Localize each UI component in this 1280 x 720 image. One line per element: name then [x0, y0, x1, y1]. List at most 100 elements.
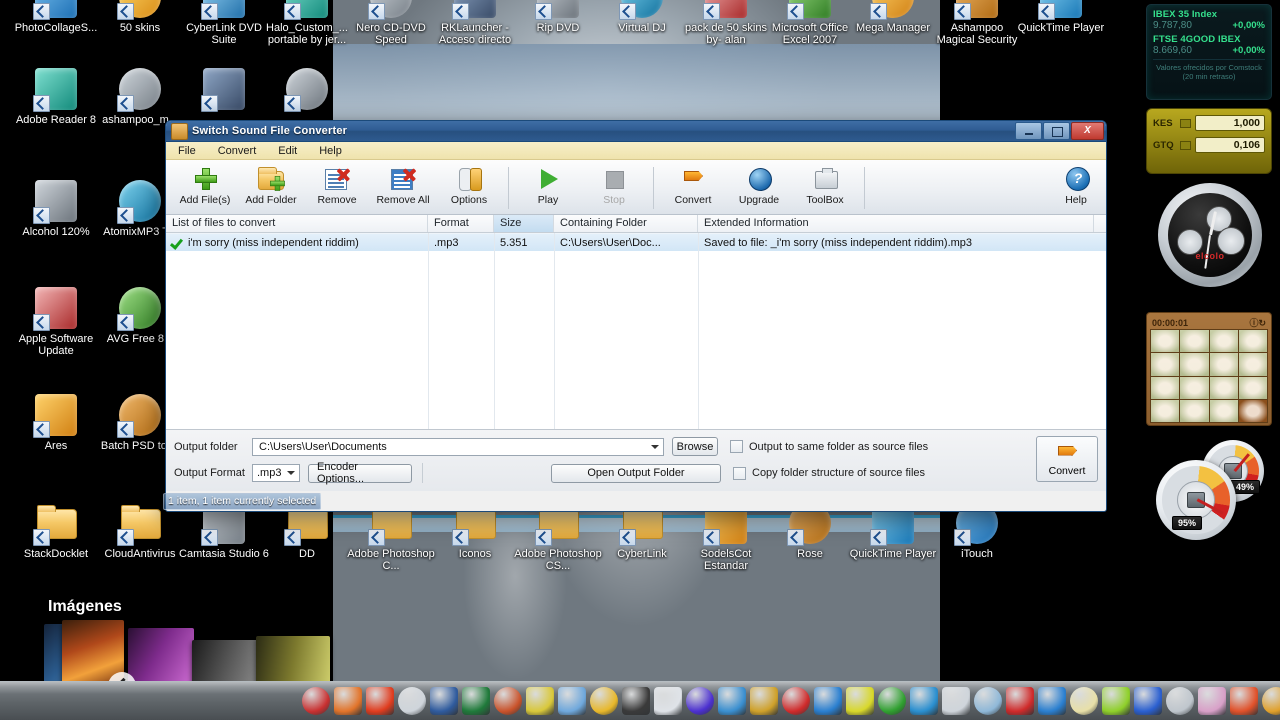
nero-icon[interactable]: [366, 687, 394, 715]
toolbar-toolbox[interactable]: ToolBox: [792, 162, 858, 214]
puzzle-grid[interactable]: [1150, 329, 1268, 423]
powerpoint-icon[interactable]: [494, 687, 522, 715]
paint-icon[interactable]: [398, 687, 426, 715]
toolbar-options[interactable]: Options: [436, 162, 502, 214]
puzzle-tile[interactable]: [1209, 376, 1238, 399]
ares-icon[interactable]: [302, 687, 330, 715]
cursor-icon[interactable]: [686, 687, 714, 715]
puzzle-controls-icon[interactable]: ⓘ↻: [1249, 316, 1266, 329]
file-list-header[interactable]: List of files to convert Format Size Con…: [166, 215, 1106, 233]
convert-button[interactable]: Convert: [1036, 436, 1098, 482]
desktop-icon[interactable]: Microsoft Office Excel 2007: [762, 0, 858, 46]
desktop-icon[interactable]: [176, 66, 272, 114]
desktop-icon[interactable]: Ares: [8, 392, 104, 452]
column-header-size[interactable]: Size: [494, 215, 554, 232]
bubble-icon[interactable]: [974, 687, 1002, 715]
puzzle-tile[interactable]: [1151, 330, 1180, 353]
toolbar-help[interactable]: ? Help: [1050, 162, 1102, 214]
msn-icon[interactable]: [1102, 687, 1130, 715]
desktop-icon[interactable]: Adobe Reader 8: [8, 66, 104, 126]
checkbox-same-folder-box[interactable]: [730, 440, 743, 453]
menu-convert[interactable]: Convert: [216, 144, 259, 158]
checked-icon[interactable]: [169, 236, 182, 249]
puzzle-tile[interactable]: [1151, 376, 1180, 399]
desktop-icon[interactable]: Rip DVD: [510, 0, 606, 34]
open-output-folder-button[interactable]: Open Output Folder: [551, 463, 721, 483]
desktop-icon[interactable]: PhotoCollageS...: [8, 0, 104, 34]
desktop-icon[interactable]: CyberLink DVD Suite: [176, 0, 272, 46]
browse-button[interactable]: Browse: [672, 437, 718, 456]
puzzle-tile[interactable]: [1238, 353, 1267, 376]
puzzle-tile[interactable]: [1209, 399, 1238, 422]
word-icon[interactable]: [430, 687, 458, 715]
toolbar-remove-all[interactable]: Remove All: [370, 162, 436, 214]
puzzle-tile[interactable]: [1209, 353, 1238, 376]
puzzle-tile[interactable]: [1238, 330, 1267, 353]
taskbar-dock[interactable]: [0, 681, 1280, 720]
maximize-button[interactable]: [1043, 122, 1070, 140]
switch-sound-file-converter-window[interactable]: Switch Sound File Converter X File Conve…: [165, 120, 1107, 512]
column-header-format[interactable]: Format: [428, 215, 494, 232]
close-button[interactable]: X: [1071, 122, 1104, 140]
puzzle-tile[interactable]: [1209, 330, 1238, 353]
desktop-icon[interactable]: [259, 66, 355, 114]
toolbar-upgrade[interactable]: Upgrade: [726, 162, 792, 214]
search-icon[interactable]: [942, 687, 970, 715]
radiation-icon[interactable]: [846, 687, 874, 715]
desktop-icon[interactable]: Ashampoo Magical Security: [929, 0, 1025, 46]
ie-icon[interactable]: [1166, 687, 1194, 715]
table-row[interactable]: i'm sorry (miss independent riddim) .mp3…: [166, 233, 1106, 251]
helmet-icon[interactable]: [750, 687, 778, 715]
desktop-icon[interactable]: Mega Manager: [845, 0, 941, 34]
photoshop-icon[interactable]: [1038, 687, 1066, 715]
chrome-icon[interactable]: [1230, 687, 1258, 715]
explorer-icon[interactable]: [910, 687, 938, 715]
publisher-icon[interactable]: [558, 687, 586, 715]
desktop-icon[interactable]: QuickTime Player: [1013, 0, 1109, 34]
checkbox-copy-structure-box[interactable]: [733, 466, 746, 480]
blocker-icon[interactable]: [1006, 687, 1034, 715]
gadget-stocks[interactable]: IBEX 35 Index 9.787,80 +0,00% FTSE 4GOOD…: [1146, 4, 1272, 100]
puzzle-tile-empty[interactable]: [1238, 399, 1267, 422]
stack-thumb[interactable]: [128, 628, 194, 686]
desktop-icon[interactable]: pack de 50 skins by- alan: [678, 0, 774, 46]
desktop-icon[interactable]: ashampoo_m...: [92, 66, 188, 126]
tools-icon[interactable]: [590, 687, 618, 715]
minimize-button[interactable]: [1015, 122, 1042, 140]
gadget-currency[interactable]: KES 1,000 GTQ 0,106: [1146, 108, 1272, 174]
puzzle-tile[interactable]: [1238, 376, 1267, 399]
column-header-info[interactable]: Extended Information: [698, 215, 1094, 232]
toolbar-convert[interactable]: Convert: [660, 162, 726, 214]
counterstrike-icon[interactable]: [622, 687, 650, 715]
desktop-icon[interactable]: 50 skins: [92, 0, 188, 34]
sketchup-icon[interactable]: [654, 687, 682, 715]
toolbar-add-files[interactable]: Add File(s): [172, 162, 238, 214]
menu-help[interactable]: Help: [317, 144, 344, 158]
column-header-name[interactable]: List of files to convert: [166, 215, 428, 232]
puzzle-tile[interactable]: [1180, 376, 1209, 399]
globe-icon[interactable]: [1198, 687, 1226, 715]
output-folder-combo[interactable]: C:\Users\User\Documents: [252, 437, 664, 456]
desktop-icon[interactable]: RKLauncher - Acceso directo: [427, 0, 523, 46]
excel-icon[interactable]: [462, 687, 490, 715]
encoder-options-button[interactable]: Encoder Options...: [308, 461, 412, 485]
opera-icon[interactable]: [1134, 687, 1162, 715]
gadget-system-meters[interactable]: 49% 95%: [1146, 432, 1272, 540]
desktop-icon[interactable]: Nero CD-DVD Speed: [343, 0, 439, 46]
toolbar-remove[interactable]: Remove: [304, 162, 370, 214]
currency-row[interactable]: KES 1,000: [1153, 115, 1265, 131]
desktop-icon[interactable]: Apple Software Update: [8, 285, 104, 357]
utorrent-icon[interactable]: [878, 687, 906, 715]
toolbox2-icon[interactable]: [1262, 687, 1280, 715]
toolbar-add-folder[interactable]: Add Folder: [238, 162, 304, 214]
toolbar[interactable]: Add File(s) Add Folder Remove Remove All: [166, 160, 1106, 215]
file-list-body[interactable]: i'm sorry (miss independent riddim) .mp3…: [166, 233, 1106, 429]
alcohol-icon[interactable]: [782, 687, 810, 715]
output-settings-panel[interactable]: Output folder C:\Users\User\Documents Br…: [166, 429, 1106, 491]
desktop-icon[interactable]: Virtual DJ: [594, 0, 690, 34]
chevron-down-icon[interactable]: [648, 439, 661, 455]
puzzle-tile[interactable]: [1180, 330, 1209, 353]
desktop-icon[interactable]: Alcohol 120%: [8, 178, 104, 238]
menu-bar[interactable]: File Convert Edit Help: [166, 142, 1106, 160]
ares2-icon[interactable]: [718, 687, 746, 715]
